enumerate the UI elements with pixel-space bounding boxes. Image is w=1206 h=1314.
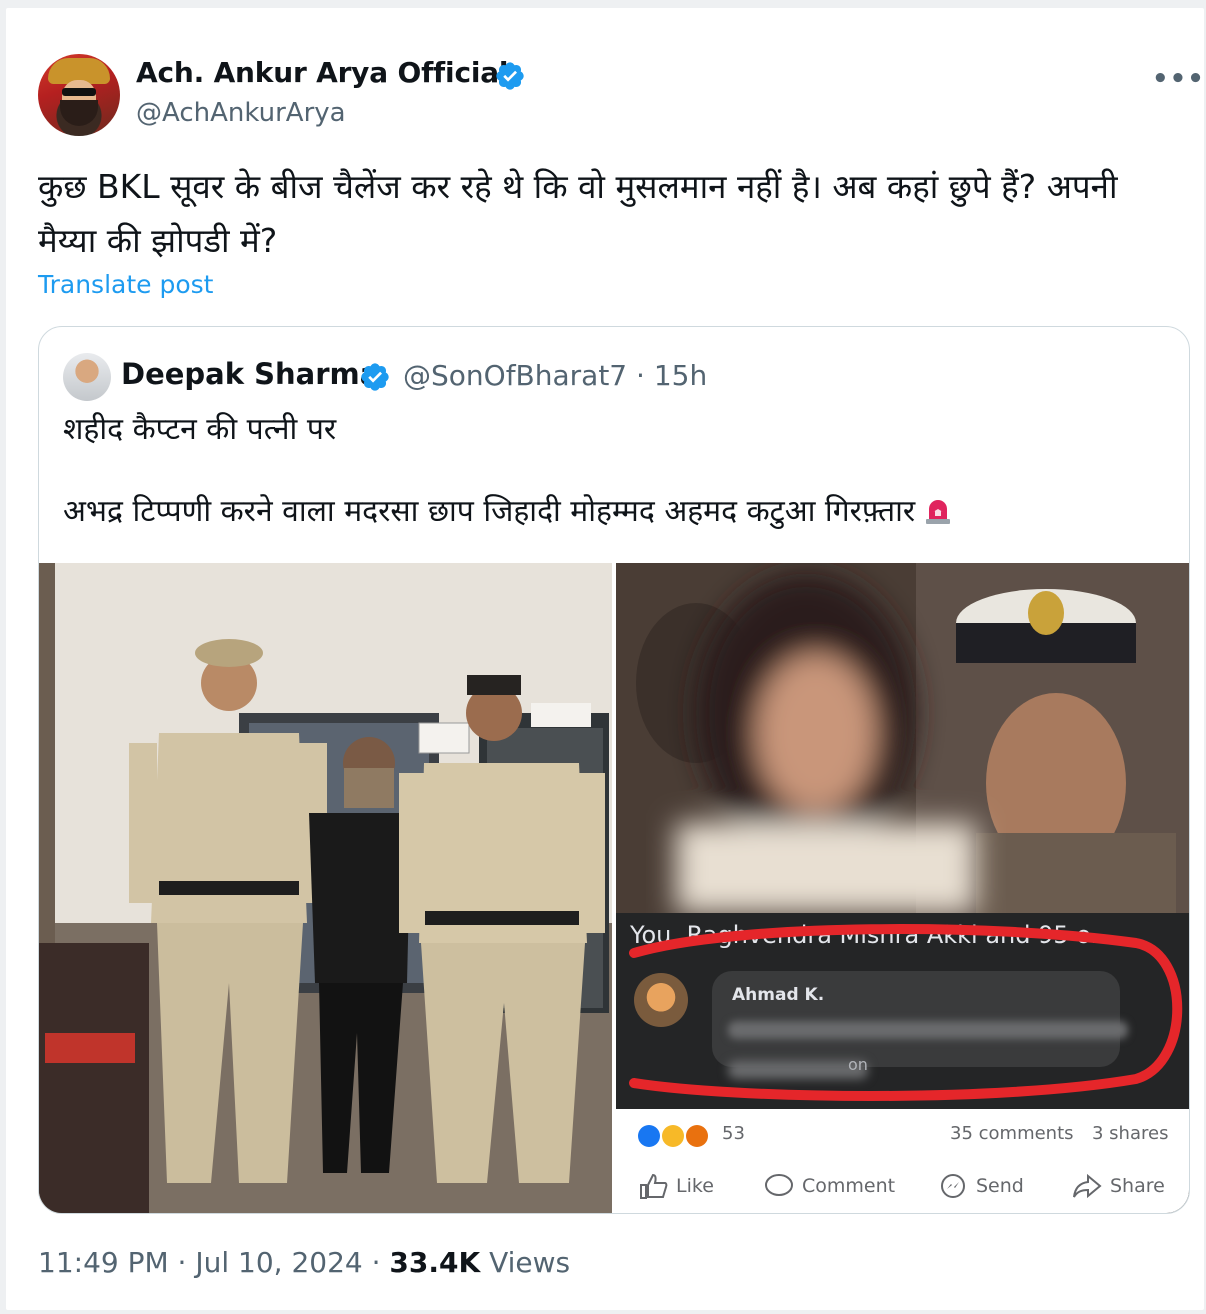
red-circle-annotation (629, 924, 1183, 1101)
avatar-beard (60, 100, 98, 126)
translate-post-link[interactable]: Translate post (38, 270, 213, 299)
post-meta: 11:49 PM · Jul 10, 2024 · 33.4K Views (38, 1246, 570, 1279)
quote-text-line2-text: अभद्र टिप्पणी करने वाला मदरसा छाप जिहादी… (63, 494, 916, 529)
fb-comments-count: 35 comments (950, 1123, 1074, 1144)
fb-shares-count: 3 shares (1092, 1123, 1169, 1144)
fb-share-action: Share (1072, 1173, 1165, 1199)
fb-like-label: Like (676, 1175, 714, 1197)
more-options-icon[interactable]: ••• (1152, 64, 1205, 94)
quote-text-line2: अभद्र टिप्पणी करने वाला मदरसा छाप जिहादी… (63, 489, 953, 530)
fb-comment-label: Comment (802, 1175, 896, 1197)
fb-reaction-icons (638, 1125, 708, 1147)
quote-author-avatar[interactable] (63, 353, 111, 401)
quote-handle-time[interactable]: @SonOfBharat7 · 15h (403, 359, 707, 392)
verified-badge-icon (496, 62, 524, 90)
views-label: Views (480, 1246, 571, 1279)
author-name[interactable]: Ach. Ankur Arya Official (136, 56, 509, 89)
avatar-glasses (62, 88, 96, 96)
author-handle[interactable]: @AchAnkurArya (136, 98, 346, 128)
fb-stats-bar: 53 35 comments 3 shares (616, 1109, 1189, 1161)
views-count[interactable]: 33.4K (389, 1246, 480, 1279)
author-avatar[interactable] (38, 54, 120, 136)
share-icon (1073, 1173, 1102, 1199)
siren-emoji-icon (926, 500, 951, 524)
arrest-photo[interactable] (39, 563, 612, 1213)
quote-text-line1: शहीद कैप्टन की पत्नी पर (63, 412, 337, 447)
comment-icon (765, 1174, 793, 1196)
fb-reaction-count: 53 (722, 1123, 745, 1144)
fb-send-label: Send (976, 1175, 1024, 1197)
ceremony-photo (616, 563, 1189, 913)
messenger-icon (941, 1174, 965, 1198)
fb-comment-action: Comment (764, 1173, 895, 1199)
quoted-post[interactable]: Deepak Sharma @SonOfBharat7 · 15h शहीद क… (38, 326, 1190, 1214)
post-text: कुछ BKL सूवर के बीज चैलेंज कर रहे थे कि … (38, 167, 1118, 260)
fb-like-action: Like (638, 1173, 714, 1199)
quote-author-name[interactable]: Deepak Sharma (121, 357, 379, 391)
post-timestamp[interactable]: 11:49 PM · Jul 10, 2024 · (38, 1246, 389, 1279)
fb-send-action: Send (938, 1173, 1024, 1199)
verified-badge-icon (361, 363, 389, 391)
facebook-screenshot[interactable]: You, Raghvendra Mishra Akki and 95 o... … (616, 563, 1189, 1213)
fb-comment-panel: You, Raghvendra Mishra Akki and 95 o... … (616, 913, 1189, 1213)
like-icon (640, 1173, 668, 1199)
arrest-photo-illustration (39, 563, 612, 1213)
fb-share-label: Share (1110, 1175, 1165, 1197)
fb-action-bar: Like Comment Send Share (616, 1161, 1189, 1213)
